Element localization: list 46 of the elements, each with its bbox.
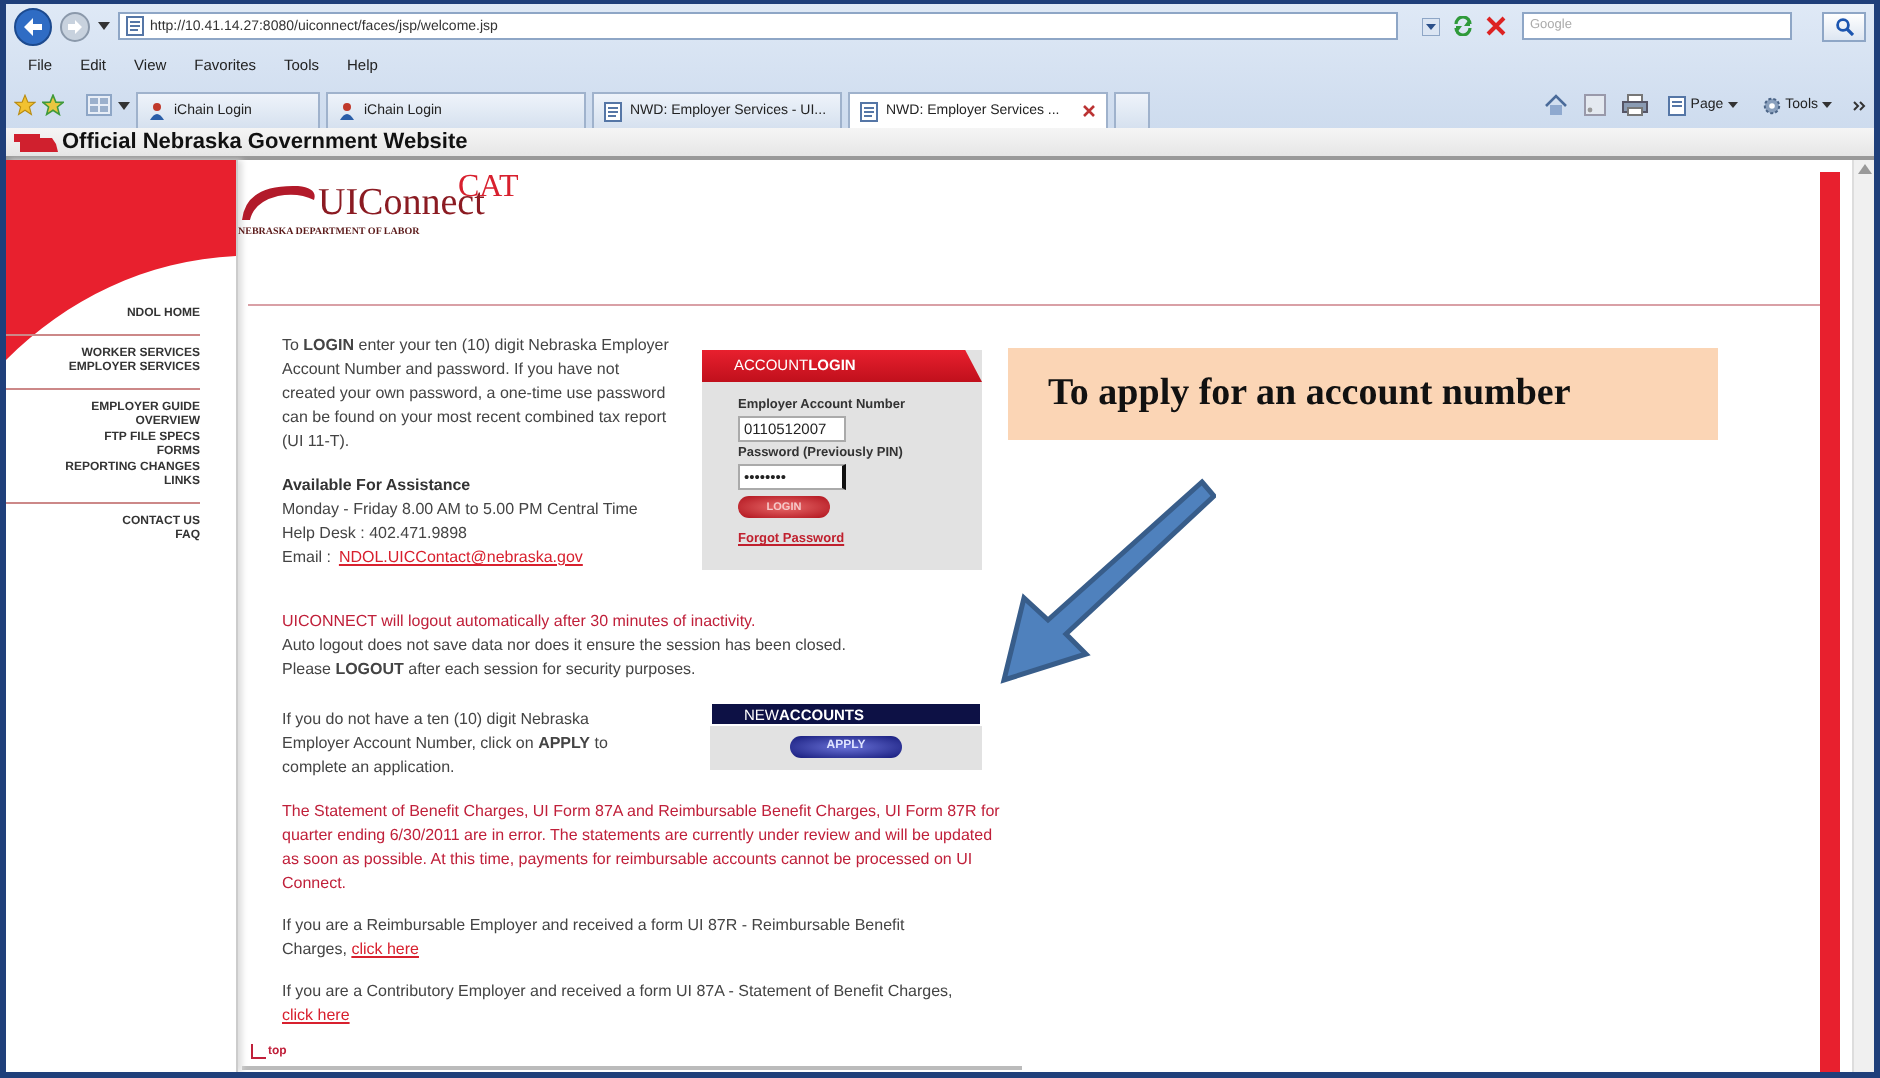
logout-note: Auto logout does not save data nor does it ensure the session has been closed. — [282, 634, 848, 658]
logo-arc-drawing — [238, 180, 318, 224]
logout-note: Please LOGOUT after each session for security purposes. — [282, 658, 698, 682]
callout-text: To apply for an account number — [1048, 372, 1571, 416]
search-icon — [1835, 17, 1853, 35]
scroll-up-icon[interactable] — [1857, 164, 1871, 174]
page-icon — [1668, 95, 1687, 115]
gear-icon — [1761, 95, 1782, 115]
caret-icon[interactable] — [1822, 102, 1832, 108]
click-here-link[interactable]: click here — [282, 1006, 350, 1024]
add-favorite-icon[interactable] — [42, 94, 64, 116]
feeds-icon[interactable] — [1584, 94, 1607, 116]
click-here-link[interactable]: click here — [351, 940, 419, 958]
home-icon[interactable] — [1544, 94, 1569, 116]
page-icon — [604, 101, 622, 121]
login-instructions: To LOGIN enter your ten (10) digit Nebraska Employer Account Number and password. If you have not created your own password, a one-time use password can be found on your most recent combined tax report (UI 11-T). — [282, 334, 671, 454]
chevron-icon[interactable] — [1852, 99, 1866, 111]
assistance-heading: Available For Assistance — [282, 474, 473, 498]
corner-icon — [250, 1044, 266, 1060]
person-icon — [338, 102, 356, 120]
form-notice: If you are a Contributory Employer and received a form UI 87A - Statement of Benefit Charges, click here — [282, 980, 955, 1028]
state-map-icon — [14, 132, 58, 152]
print-icon[interactable] — [1622, 94, 1649, 116]
close-icon[interactable] — [1082, 104, 1096, 118]
site-banner-title: Official Nebraska Government Website — [62, 130, 468, 154]
back-icon[interactable] — [14, 7, 52, 45]
assistance-line: Monday - Friday 8.00 AM to 5.00 PM Central Time — [282, 498, 640, 522]
form-notice: If you are a Reimbursable Employer and received a form UI 87R - Reimbursable Benefit Charges, click here — [282, 914, 907, 962]
caret-icon[interactable] — [1422, 17, 1440, 35]
inactivity-warning: UICONNECT will logout automatically after 30 minutes of inactivity. — [282, 610, 758, 634]
caret-icon[interactable] — [98, 22, 110, 30]
person-icon — [148, 102, 166, 120]
statement-notice: The Statement of Benefit Charges, UI Form 87A and Reimbursable Benefit Charges, UI Form 87R for quarter ending 6/30/2011 are in error. The statements are currently under review and will be updated as soon as possible. At this time, payments for reimbursable accounts cannot be processed on UI Connect. — [282, 800, 1002, 896]
new-account-instructions: If you do not have a ten (10) digit Nebraska Employer Account Number, click on APPLY to complete an application. — [282, 708, 610, 780]
caret-icon[interactable] — [118, 101, 130, 109]
stop-icon[interactable] — [1486, 16, 1506, 36]
search-button[interactable] — [1822, 11, 1866, 41]
favorites-star-icon[interactable] — [14, 94, 36, 116]
email-line: Email : NDOL.UICContact@nebraska.gov — [282, 546, 585, 570]
email-link[interactable]: NDOL.UICContact@nebraska.gov — [338, 548, 583, 566]
page-icon — [126, 16, 144, 36]
scrollbar[interactable] — [1852, 160, 1874, 1072]
page-icon — [860, 101, 878, 121]
caret-icon[interactable] — [1727, 102, 1738, 108]
assistance-line: Help Desk : 402.471.9898 — [282, 522, 470, 546]
refresh-icon[interactable] — [1452, 16, 1474, 36]
